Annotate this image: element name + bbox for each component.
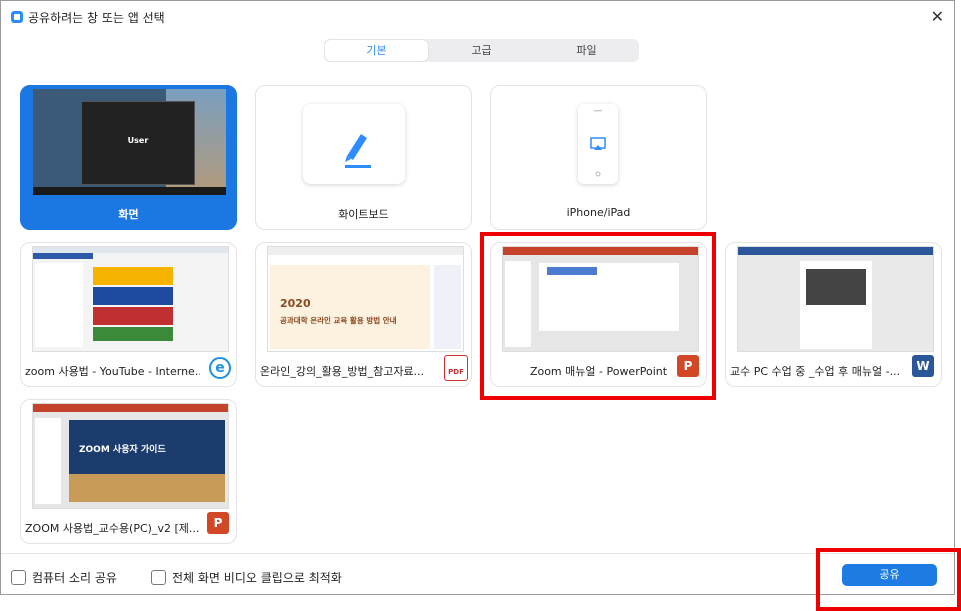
window-thumbnail [502,246,699,352]
tab-files[interactable]: 파일 [535,40,638,61]
checkbox-box[interactable] [11,570,26,585]
close-icon[interactable]: ✕ [931,7,944,26]
share-dialog: 공유하려는 창 또는 앱 선택 ✕ 기본 고급 파일 User 화면 화이트보드 [0,0,955,595]
tab-basic[interactable]: 기본 [325,40,428,61]
checkbox-label: 전체 화면 비디오 클립으로 최적화 [172,571,342,585]
pdf-thumb-title: 2020 [280,297,311,310]
optimize-video-checkbox[interactable]: 전체 화면 비디오 클립으로 최적화 [151,569,342,586]
powerpoint-icon: P [677,355,699,377]
source-label: 화이트보드 [338,208,389,221]
pen-icon [345,134,371,168]
zoom-app-icon [11,11,23,23]
source-label: 온라인_강의_활용_방법_참고자료... [260,365,425,378]
ppt-thumb-title: ZOOM 사용자 가이드 [79,445,166,455]
window-thumbnail [737,246,934,352]
pdf-badge-text: PDF [448,368,464,376]
checkbox-label: 컴퓨터 소리 공유 [32,571,117,585]
iphone-thumbnail [578,104,618,184]
source-card-pdf[interactable]: 2020 공과대학 온라인 교육 활용 방법 안내 온라인_강의_활용_방법_참… [255,242,472,387]
pdf-thumb-subtitle: 공과대학 온라인 교육 활용 방법 안내 [280,316,397,325]
zoom-window-preview: User [81,101,195,185]
footer-bar: 컴퓨터 소리 공유 전체 화면 비디오 클립으로 최적화 [1,553,954,596]
source-label: Zoom 매뉴얼 - PowerPoint [529,365,668,378]
word-icon: W [912,355,934,377]
source-label: zoom 사용법 - YouTube - Interne... [25,365,200,378]
title-bar: 공유하려는 창 또는 앱 선택 ✕ [1,1,954,31]
internet-explorer-icon: e [209,357,231,379]
share-audio-checkbox[interactable]: 컴퓨터 소리 공유 [11,569,117,586]
source-label: 교수 PC 수업 중 _수업 후 매뉴얼 -... [730,365,901,378]
window-thumbnail: ZOOM 사용자 가이드 [32,403,229,509]
pdf-icon: PDF [444,355,468,381]
source-label: iPhone/iPad [566,206,631,219]
whiteboard-thumbnail [303,104,405,184]
tab-advanced[interactable]: 고급 [430,40,533,61]
taskbar [33,187,226,195]
window-title: 공유하려는 창 또는 앱 선택 [28,11,165,25]
source-card-word-manual[interactable]: 교수 PC 수업 중 _수업 후 매뉴얼 -... W [725,242,942,387]
source-card-iphone-ipad[interactable]: iPhone/iPad [490,85,707,230]
powerpoint-icon: P [207,512,229,534]
window-thumbnail: 2020 공과대학 온라인 교육 활용 방법 안내 [267,246,464,352]
user-label: User [127,136,149,145]
tab-bar: 기본 고급 파일 [324,39,639,62]
window-thumbnail [32,246,229,352]
source-card-zoom-guide-ppt[interactable]: ZOOM 사용자 가이드 ZOOM 사용법_교수용(PC)_v2 [제... P [20,399,237,544]
source-card-screen[interactable]: User 화면 [20,85,237,230]
source-card-whiteboard[interactable]: 화이트보드 [255,85,472,230]
source-label: 화면 [118,208,139,221]
share-button[interactable]: 공유 [842,564,937,586]
source-card-youtube-ie[interactable]: zoom 사용법 - YouTube - Interne... e [20,242,237,387]
airplay-icon [590,110,606,177]
source-label: ZOOM 사용법_교수용(PC)_v2 [제... [25,522,200,535]
source-card-zoom-manual-ppt[interactable]: Zoom 매뉴얼 - PowerPoint P [490,242,707,387]
screen-thumbnail: User [33,89,226,195]
checkbox-box[interactable] [151,570,166,585]
